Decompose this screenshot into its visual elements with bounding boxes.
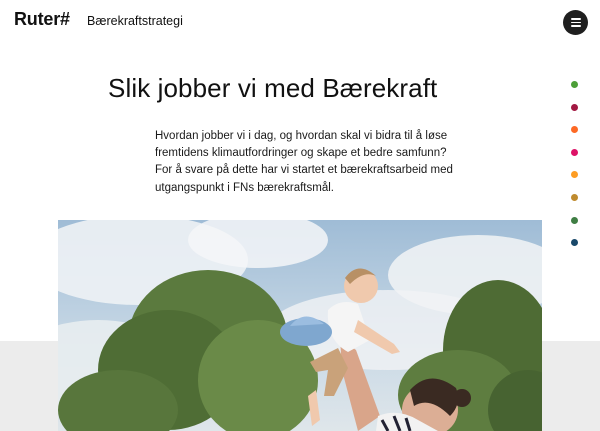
hamburger-menu-icon bbox=[570, 18, 581, 20]
goal-dot-3[interactable] bbox=[571, 126, 578, 134]
goal-dot-7[interactable] bbox=[571, 216, 578, 224]
goal-dot-4[interactable] bbox=[571, 148, 578, 156]
site-header: Ruter# Bærekraftstrategi bbox=[0, 0, 600, 44]
goal-dot-1[interactable] bbox=[571, 81, 578, 88]
photo-parent-lifting-child-icon bbox=[58, 220, 542, 431]
menu-button[interactable] bbox=[563, 10, 588, 35]
ruter-logo[interactable]: Ruter# bbox=[14, 9, 70, 30]
intro-line: fremtidens klimautfordringer og skape et… bbox=[155, 147, 447, 160]
intro-paragraph: Hvordan jobber vi i dag, og hvordan skal… bbox=[155, 128, 465, 197]
section-title[interactable]: Bærekraftstrategi bbox=[87, 14, 183, 28]
goal-dot-6[interactable] bbox=[571, 194, 578, 201]
intro-line: utgangspunkt i FNs bærekraftsmål. bbox=[155, 181, 334, 194]
goal-dot-5[interactable] bbox=[571, 171, 578, 179]
hero-image bbox=[58, 220, 542, 431]
goal-dot-2[interactable] bbox=[571, 103, 578, 111]
intro-line: Hvordan jobber vi i dag, og hvordan skal… bbox=[155, 130, 448, 142]
page-title: Slik jobber vi med Bærekraft bbox=[108, 73, 438, 103]
intro-line: For å svare på dette har vi startet et b… bbox=[155, 164, 453, 177]
goal-dot-8[interactable] bbox=[571, 239, 578, 247]
